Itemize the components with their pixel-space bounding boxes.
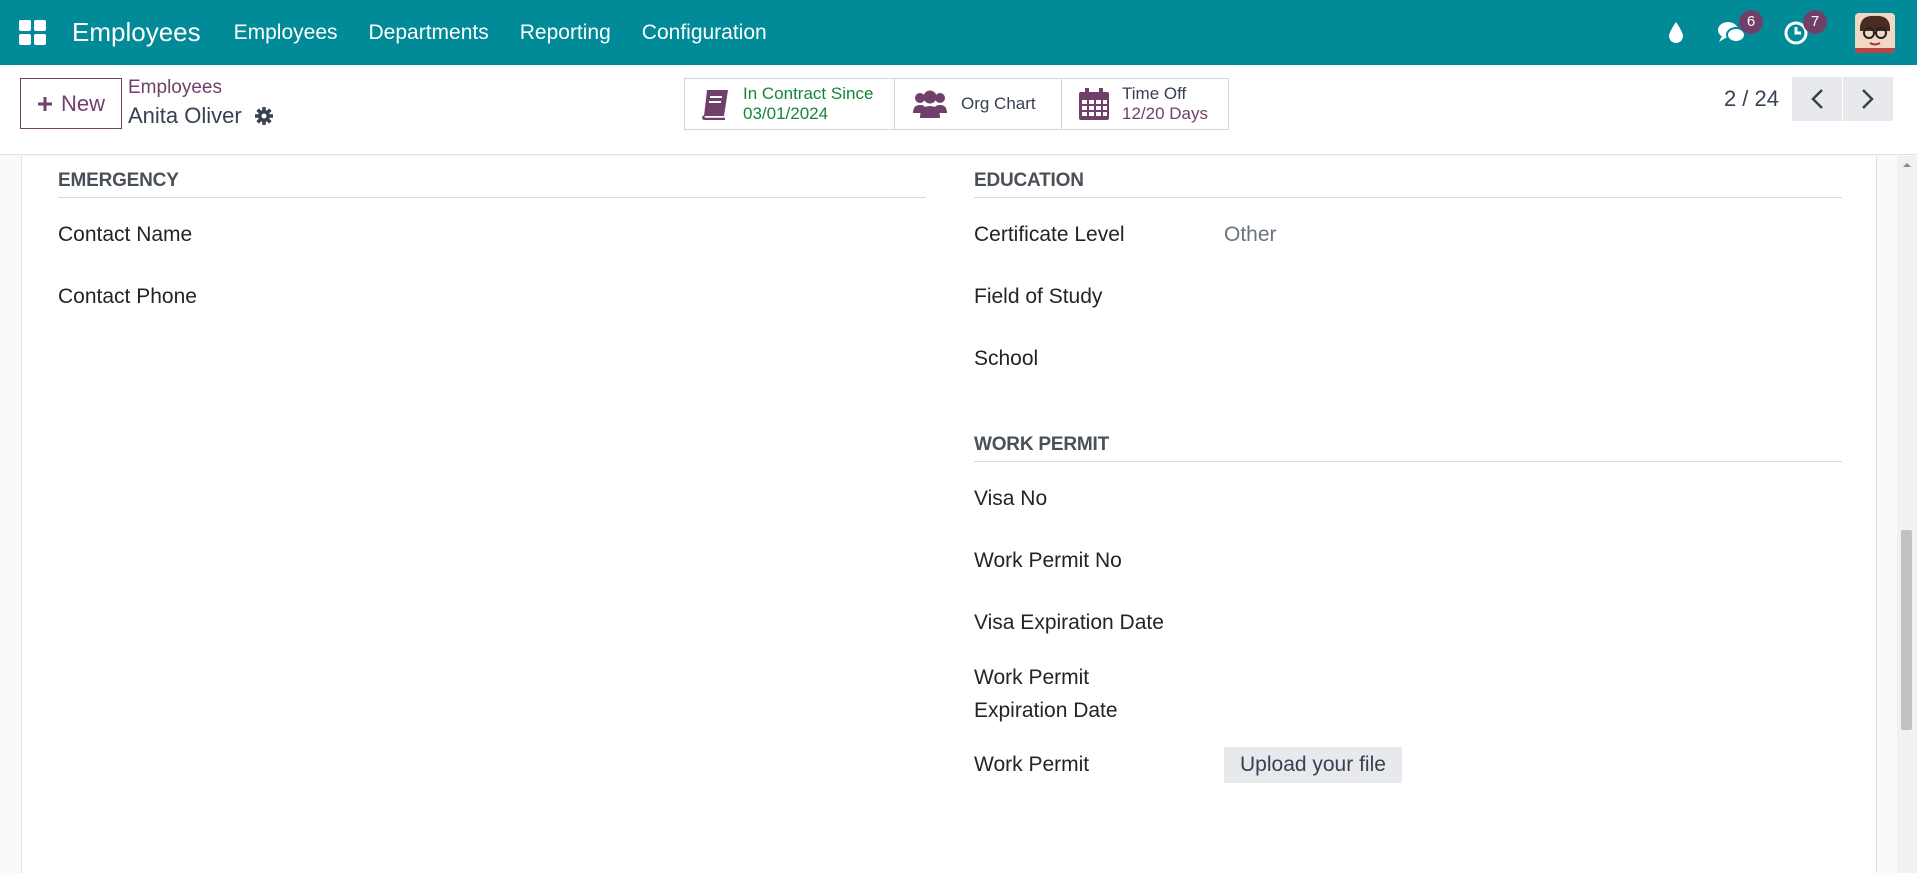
permit-expiration-label: Work Permit Expiration Date: [974, 661, 1224, 727]
droplet-icon[interactable]: [1661, 18, 1691, 48]
pager: 2 / 24: [1724, 77, 1893, 121]
visa-expiration-input[interactable]: [1224, 603, 1824, 643]
certificate-select[interactable]: Other: [1224, 223, 1277, 247]
contact-phone-label: Contact Phone: [58, 285, 197, 308]
control-panel: New Employees Anita Oliver In Contract S…: [0, 65, 1917, 155]
top-navbar: Employees Employees Departments Reportin…: [0, 0, 1917, 65]
permit-expiration-label-line1: Work Permit: [974, 666, 1090, 689]
user-avatar[interactable]: [1855, 12, 1895, 53]
contract-date: 03/01/2024: [743, 104, 829, 123]
visa-no-row: Visa No: [974, 468, 1842, 530]
permit-no-label: Work Permit No: [974, 549, 1122, 572]
field-of-study-label: Field of Study: [974, 285, 1103, 308]
contract-smart-button[interactable]: In Contract Since 03/01/2024: [684, 78, 895, 130]
certificate-label: Certificate Level: [974, 223, 1125, 246]
permit-expiration-label-line2: Expiration Date: [974, 699, 1118, 722]
scrollbar[interactable]: [1897, 156, 1917, 873]
scrollbar-thumb[interactable]: [1901, 530, 1912, 730]
visa-expiration-label: Visa Expiration Date: [974, 611, 1164, 634]
messages-badge: 6: [1739, 9, 1763, 34]
visa-expiration-row: Visa Expiration Date: [974, 592, 1842, 654]
emergency-title: EMERGENCY: [58, 156, 926, 198]
menu-item-employees[interactable]: Employees: [234, 21, 338, 45]
education-section: EDUCATION Certificate Level Other Field …: [974, 156, 1842, 796]
activities-badge: 7: [1803, 9, 1827, 34]
breadcrumb[interactable]: Employees: [128, 77, 222, 99]
previous-record-button[interactable]: [1792, 77, 1842, 121]
contact-name-row: Contact Name: [58, 204, 926, 266]
visa-no-label: Visa No: [974, 487, 1048, 510]
menu-item-reporting[interactable]: Reporting: [520, 21, 611, 45]
timeoff-days: 12/20 Days: [1122, 104, 1208, 123]
certificate-row: Certificate Level Other: [974, 204, 1842, 266]
permit-expiration-row: Work Permit Expiration Date: [974, 654, 1842, 734]
emergency-section: EMERGENCY Contact Name Contact Phone: [58, 156, 926, 328]
app-name[interactable]: Employees: [72, 17, 201, 48]
timeoff-smart-button[interactable]: Time Off 12/20 Days: [1061, 78, 1229, 130]
users-icon: [911, 89, 949, 119]
work-permit-label: Work Permit: [974, 753, 1090, 776]
school-label: School: [974, 347, 1039, 370]
org-chart-label: Org Chart: [961, 94, 1036, 113]
contact-name-input[interactable]: [308, 215, 908, 255]
gear-icon[interactable]: [254, 106, 274, 126]
systray: 6 7: [1661, 0, 1917, 65]
org-chart-smart-button[interactable]: Org Chart: [894, 78, 1062, 130]
contact-phone-row: Contact Phone: [58, 266, 926, 328]
field-of-study-row: Field of Study: [974, 266, 1842, 328]
contract-label: In Contract Since: [743, 84, 874, 103]
new-button-label: New: [60, 90, 105, 116]
work-permit-title: WORK PERMIT: [974, 420, 1842, 462]
menu-item-departments[interactable]: Departments: [369, 21, 489, 45]
field-of-study-input[interactable]: [1224, 277, 1824, 317]
clock-icon[interactable]: 7: [1781, 9, 1827, 48]
apps-menu-icon[interactable]: [19, 19, 47, 46]
smart-buttons: In Contract Since 03/01/2024 Org Chart T…: [684, 78, 1229, 130]
permit-no-input[interactable]: [1224, 541, 1824, 581]
chevron-left-icon: [1811, 89, 1823, 109]
new-button[interactable]: New: [20, 78, 122, 129]
education-title: EDUCATION: [974, 156, 1842, 198]
form-sheet: EMERGENCY Contact Name Contact Phone EDU…: [21, 156, 1877, 873]
school-row: School: [974, 328, 1842, 390]
timeoff-label: Time Off: [1122, 84, 1187, 103]
calendar-icon: [1078, 87, 1110, 121]
contact-name-label: Contact Name: [58, 223, 193, 246]
chevron-right-icon: [1862, 89, 1874, 109]
main-menu: Employees Departments Reporting Configur…: [234, 21, 798, 45]
next-record-button[interactable]: [1843, 77, 1893, 121]
form-content: EMERGENCY Contact Name Contact Phone EDU…: [0, 156, 1917, 873]
chat-icon[interactable]: 6: [1717, 9, 1763, 48]
book-icon: [701, 88, 731, 120]
school-input[interactable]: [1224, 339, 1824, 379]
visa-no-input[interactable]: [1224, 479, 1824, 519]
upload-file-button[interactable]: Upload your file: [1224, 747, 1402, 783]
permit-no-row: Work Permit No: [974, 530, 1842, 592]
record-title: Anita Oliver: [128, 103, 274, 129]
record-name: Anita Oliver: [128, 103, 242, 128]
plus-icon: [37, 96, 52, 111]
scroll-up-icon[interactable]: [1897, 158, 1917, 172]
contact-phone-input[interactable]: [308, 277, 908, 317]
pager-value[interactable]: 2 / 24: [1724, 86, 1779, 112]
work-permit-file-row: Work Permit Upload your file: [974, 734, 1842, 796]
permit-expiration-input[interactable]: [1224, 674, 1824, 714]
menu-item-configuration[interactable]: Configuration: [642, 21, 767, 45]
